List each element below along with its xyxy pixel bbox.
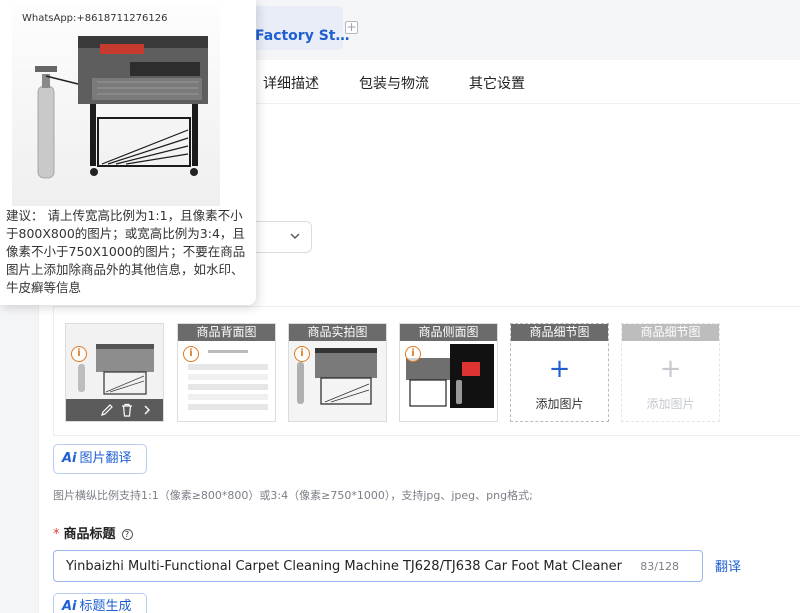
slot-label: 商品背面图	[178, 324, 275, 341]
plus-icon: +	[659, 354, 682, 384]
image-translate-button[interactable]: Ai 图片翻译	[53, 444, 147, 474]
store-tab-label: Factory St…	[255, 28, 350, 44]
title-field-label: * 商品标题?	[53, 523, 133, 542]
chevron-down-icon	[290, 233, 300, 239]
warning-info-icon: i	[405, 346, 421, 362]
title-generate-label: 标题生成	[79, 599, 132, 613]
detail-image-slot[interactable]: 商品细节图 + 添加图片	[510, 323, 609, 422]
add-tab-icon[interactable]: +	[345, 21, 358, 34]
slot-label: 商品侧面图	[400, 324, 497, 341]
image-advice-popover: WhatsApp:+8618711276126 建议： 请上传宽高比例为1:1，…	[0, 0, 256, 305]
thumbnail-action-bar	[66, 399, 163, 421]
add-image-label: 添加图片	[535, 397, 584, 411]
plus-icon: +	[548, 354, 571, 384]
chevron-right-icon[interactable]	[142, 404, 152, 416]
title-translate-link[interactable]: 翻译	[715, 556, 741, 575]
warning-info-icon: i	[294, 346, 310, 362]
product-title-input[interactable]: Yinbaizhi Multi-Functional Carpet Cleani…	[53, 550, 703, 582]
ai-icon: Ai	[62, 451, 77, 466]
back-image-slot[interactable]: 商品背面图 i	[177, 323, 276, 422]
required-mark: *	[53, 527, 60, 542]
preview-image	[12, 6, 220, 206]
title-char-count: 83/128	[640, 560, 679, 573]
image-advice-text: 建议： 请上传宽高比例为1:1，且像素不小于800X800的图片；或宽高比例为3…	[6, 208, 246, 295]
slot-label: 商品细节图	[622, 324, 719, 341]
slot-label: 商品实拍图	[289, 324, 386, 341]
side-image-slot[interactable]: 商品侧面图 i	[399, 323, 498, 422]
help-icon[interactable]: ?	[121, 529, 133, 540]
image-format-hint: 图片横纵比例支持1:1（像素≥800*800）或3:4（像素≥750*1000）…	[53, 489, 533, 502]
title-generate-button[interactable]: Ai 标题生成	[53, 593, 147, 613]
watermark-text: WhatsApp:+8618711276126	[22, 13, 168, 24]
delete-icon[interactable]	[120, 403, 134, 417]
add-image-label: 添加图片	[646, 397, 695, 411]
tab-other-settings[interactable]: 其它设置	[469, 73, 525, 93]
slot-label: 商品细节图	[511, 324, 608, 341]
edit-icon[interactable]	[100, 403, 114, 417]
warning-info-icon: i	[183, 346, 199, 362]
warning-info-icon: i	[71, 346, 87, 362]
tab-packaging-logistics[interactable]: 包装与物流	[359, 73, 429, 93]
ai-icon: Ai	[62, 599, 77, 613]
real-photo-slot[interactable]: 商品实拍图 i	[288, 323, 387, 422]
title-label-text: 商品标题	[63, 527, 116, 542]
main-image-slot[interactable]: i	[65, 323, 164, 422]
product-title-value: Yinbaizhi Multi-Functional Carpet Cleani…	[66, 559, 622, 574]
image-translate-label: 图片翻译	[79, 451, 132, 466]
detail-image-slot-disabled: 商品细节图 + 添加图片	[621, 323, 720, 422]
tab-detail-description[interactable]: 详细描述	[263, 73, 319, 93]
